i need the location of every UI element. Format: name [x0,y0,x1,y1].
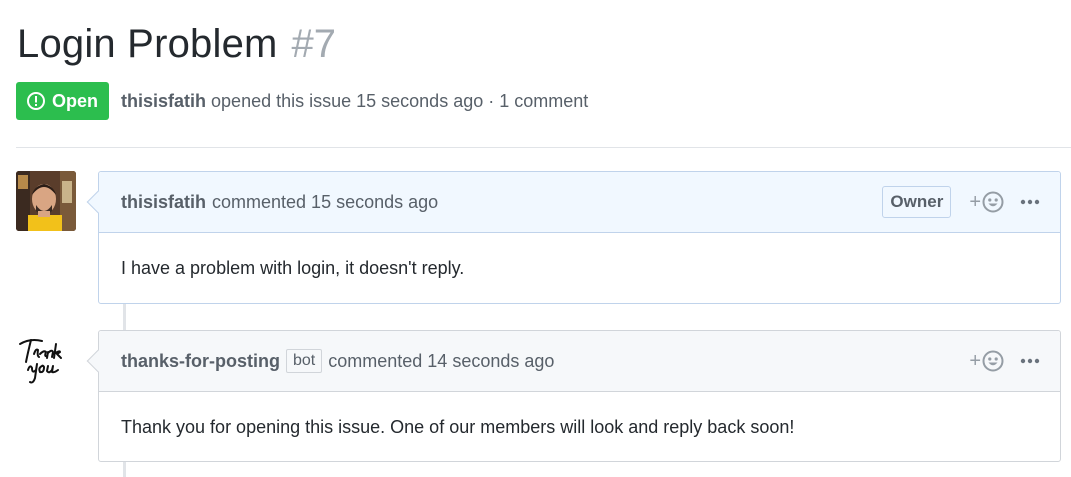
state-badge: Open [16,82,110,120]
header-divider [16,147,1071,148]
plus-icon: + [969,191,981,213]
timeline-connector [123,304,126,330]
comment-header: thisisfatih commented 15 seconds ago Own… [86,172,1060,233]
comment-caret [86,190,110,214]
add-reaction-button[interactable]: + [969,191,1004,213]
comment-author-link[interactable]: thisisfatih [121,192,206,213]
comment-actions: + [969,331,1060,391]
plus-icon: + [969,350,981,372]
timeline-connector [123,462,126,477]
smiley-icon [982,350,1004,372]
bot-label: bot [286,349,323,373]
comment-caret [86,349,110,373]
comment-body: Thank you for opening this issue. One of… [121,416,795,437]
issue-title: Login Problem [17,22,278,66]
comment-owner: thisisfatih commented 15 seconds ago Own… [86,171,1061,304]
more-options-button[interactable] [1020,199,1040,205]
kebab-horizontal-icon [1020,199,1040,205]
comment-header: thanks-for-posting bot commented 14 seco… [86,331,1060,392]
comment-bot: thanks-for-posting bot commented 14 seco… [86,330,1061,462]
comment-actions: Owner + [882,172,1060,232]
avatar-thisisfatih[interactable] [16,171,76,231]
issue-header: Login Problem #7 [17,22,336,78]
issue-meta: Open thisisfatih opened this issue 15 se… [16,82,588,120]
kebab-horizontal-icon [1020,358,1040,364]
smiley-icon [982,191,1004,213]
add-reaction-button[interactable]: + [969,350,1004,372]
more-options-button[interactable] [1020,358,1040,364]
state-label: Open [52,90,99,111]
avatar-image [16,171,76,231]
issue-number: #7 [291,22,337,66]
comment-body: I have a problem with login, it doesn't … [121,257,465,278]
comment-timestamp[interactable]: commented 14 seconds ago [328,351,554,372]
issue-meta-text: opened this issue 15 seconds ago · 1 com… [211,90,589,111]
comment-timestamp[interactable]: commented 15 seconds ago [212,192,438,213]
issue-author-link[interactable]: thisisfatih [121,91,206,112]
owner-label: Owner [882,186,952,218]
issue-opened-icon [27,92,45,110]
comment-author-link[interactable]: thanks-for-posting [121,351,280,372]
avatar-thanks-for-posting[interactable] [16,330,76,390]
thank-you-logo [19,339,62,384]
